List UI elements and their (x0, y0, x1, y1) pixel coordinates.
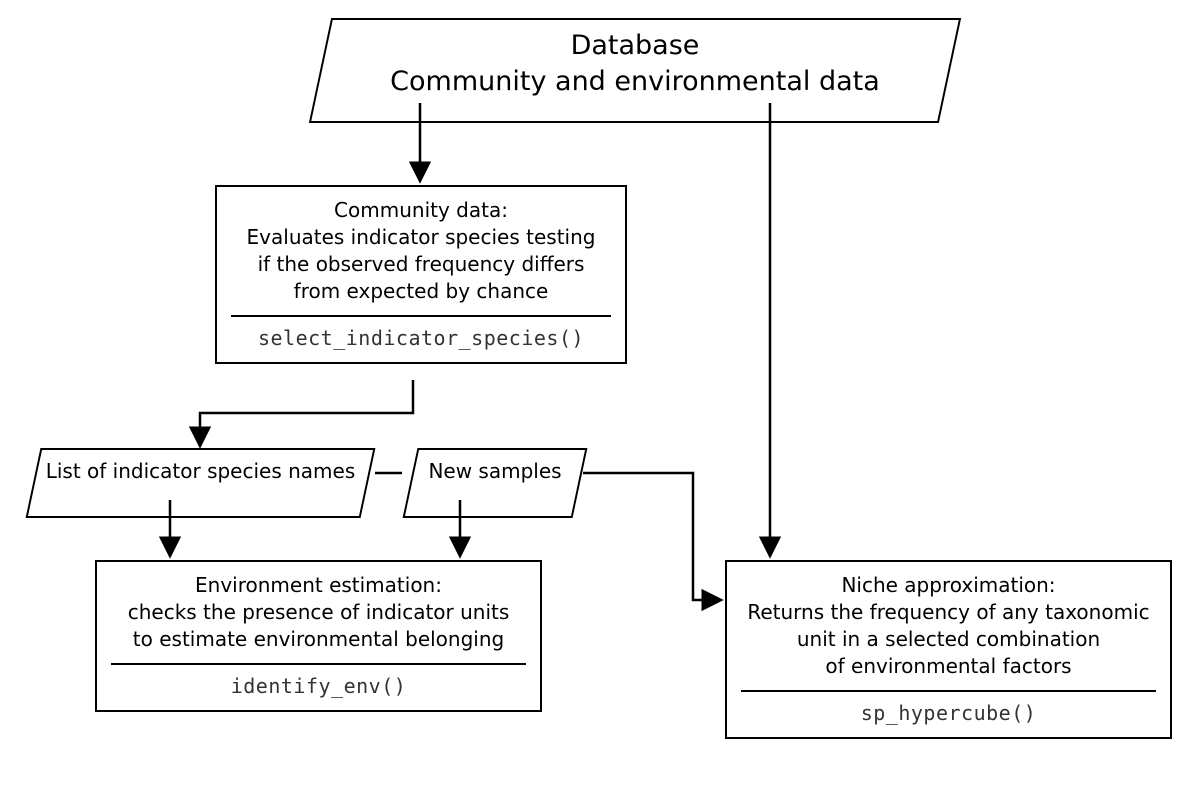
conn-newsamples-to-niche (583, 473, 720, 600)
niche-line4: of environmental factors (741, 653, 1156, 680)
niche-line2: Returns the frequency of any taxonomic (741, 599, 1156, 626)
list-species-label: List of indicator species names (33, 458, 368, 485)
new-samples-label: New samples (410, 458, 580, 485)
community-func: select_indicator_species() (231, 315, 611, 352)
node-list-species: List of indicator species names (33, 448, 368, 518)
env-line1: Environment estimation: (111, 572, 526, 599)
env-func: identify_env() (111, 663, 526, 700)
node-database: Database Community and environmental dat… (320, 18, 950, 123)
node-new-samples: New samples (410, 448, 580, 518)
niche-func: sp_hypercube() (741, 690, 1156, 727)
node-community-data: Community data: Evaluates indicator spec… (215, 185, 627, 364)
node-niche-approx: Niche approximation: Returns the frequen… (725, 560, 1172, 739)
niche-line3: unit in a selected combination (741, 626, 1156, 653)
database-line2: Community and environmental data (320, 64, 950, 100)
env-line2: checks the presence of indicator units (111, 599, 526, 626)
community-line1: Community data: (231, 197, 611, 224)
database-line1: Database (320, 28, 950, 64)
env-line3: to estimate environmental belonging (111, 626, 526, 653)
community-line3: if the observed frequency differs (231, 251, 611, 278)
niche-line1: Niche approximation: (741, 572, 1156, 599)
conn-community-to-list (200, 380, 413, 445)
community-line2: Evaluates indicator species testing (231, 224, 611, 251)
community-line4: from expected by chance (231, 278, 611, 305)
node-env-estimation: Environment estimation: checks the prese… (95, 560, 542, 712)
